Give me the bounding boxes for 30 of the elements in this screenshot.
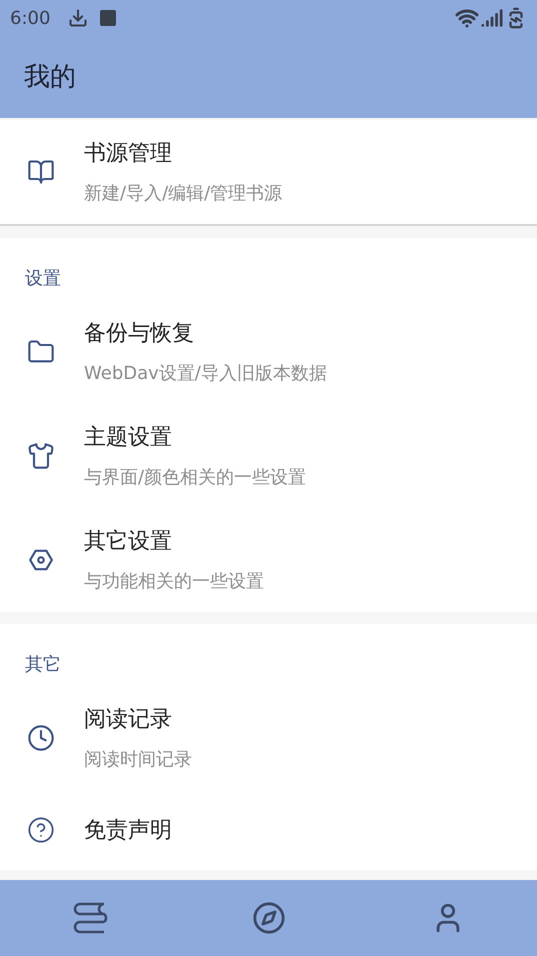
bookshelf-icon[interactable]: [72, 902, 108, 934]
book-icon: [27, 158, 55, 186]
signal-icon: [481, 7, 503, 29]
item-subtitle: 与功能相关的一些设置: [84, 570, 264, 594]
settings-item[interactable]: 其它设置 与功能相关的一些设置: [0, 508, 537, 612]
settings-item[interactable]: 免责声明: [0, 790, 537, 870]
item-subtitle: 阅读时间记录: [84, 748, 192, 772]
item-title: 备份与恢复: [84, 320, 195, 348]
hexagon-settings-icon: [28, 547, 54, 573]
item-subtitle: 新建/导入/编辑/管理书源: [84, 182, 282, 206]
item-subtitle: 与界面/颜色相关的一些设置: [84, 466, 306, 490]
settings-item[interactable]: 书源管理 新建/导入/编辑/管理书源: [0, 120, 537, 224]
section-header: 设置: [25, 267, 61, 291]
clock-icon: [27, 724, 55, 752]
section-header: 其它: [25, 653, 61, 677]
item-title: 阅读记录: [84, 706, 173, 734]
item-title: 其它设置: [84, 528, 173, 556]
item-title: 书源管理: [84, 140, 173, 168]
help-icon: [27, 816, 55, 844]
compass-icon[interactable]: [252, 901, 286, 935]
download-icon: [68, 8, 88, 28]
status-time: 6:00: [10, 6, 50, 30]
page-title: 我的: [24, 60, 76, 94]
settings-item[interactable]: 阅读记录 阅读时间记录: [0, 686, 537, 790]
item-title: 主题设置: [84, 424, 173, 452]
shirt-icon: [27, 442, 55, 470]
settings-item[interactable]: 备份与恢复 WebDav设置/导入旧版本数据: [0, 300, 537, 404]
settings-item[interactable]: 主题设置 与界面/颜色相关的一些设置: [0, 404, 537, 508]
item-subtitle: WebDav设置/导入旧版本数据: [84, 362, 327, 386]
item-title: 免责声明: [84, 816, 172, 844]
